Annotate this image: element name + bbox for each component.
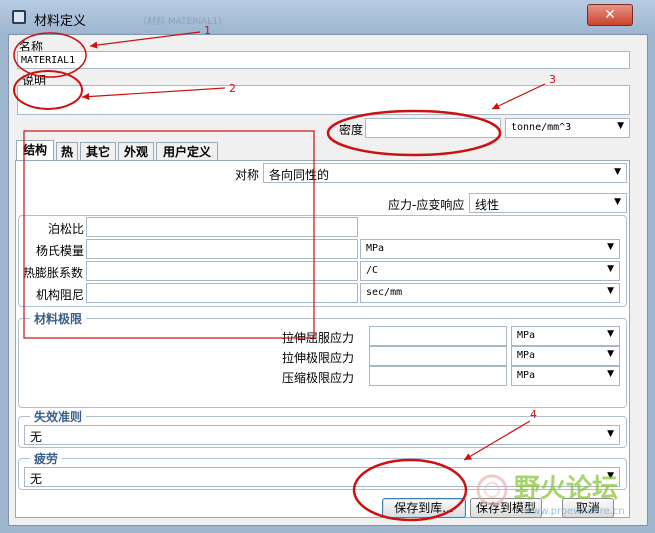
annotation-arrow-1 xyxy=(89,31,201,49)
watermark-text: 野火论坛 xyxy=(514,474,619,504)
annotation-arrow-2 xyxy=(81,87,226,101)
annotation-circle-4 xyxy=(352,458,468,522)
annotation-overlay xyxy=(13,31,546,522)
annotation-number-3: 3 xyxy=(549,73,556,86)
annotation-circle-3 xyxy=(326,109,502,157)
annotation-arrow-4 xyxy=(463,420,531,461)
annotation-number-1: 1 xyxy=(204,24,211,37)
annotation-arrow-3 xyxy=(491,83,546,110)
watermark: 野火论坛 www.proewildfire.cn xyxy=(470,466,645,526)
annotation-number-2: 2 xyxy=(229,82,236,95)
annotation-number-4: 4 xyxy=(530,408,537,421)
annotation-rectangle xyxy=(23,130,315,339)
watermark-url: www.proewildfire.cn xyxy=(524,506,625,517)
watermark-logo-icon xyxy=(476,474,508,506)
